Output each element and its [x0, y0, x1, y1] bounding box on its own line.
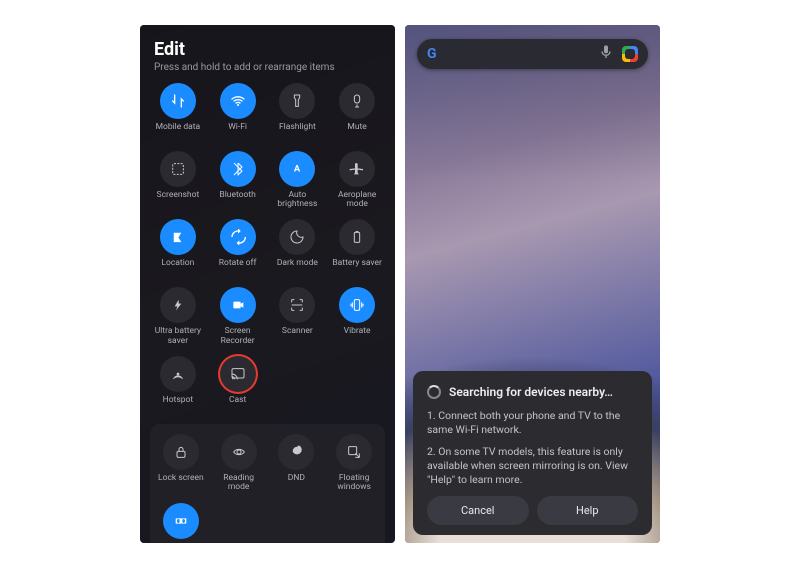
tile-screenshot[interactable]: Screenshot — [150, 149, 206, 214]
tile-ultra-battery[interactable]: Ultra battery saver — [150, 285, 206, 350]
dialog-step-1: 1. Connect both your phone and TV to the… — [427, 409, 638, 437]
dialog-title: Searching for devices nearby… — [449, 385, 613, 399]
dialog-body: 1. Connect both your phone and TV to the… — [427, 409, 638, 488]
mute-icon — [339, 83, 375, 119]
tile-label: Rotate off — [219, 259, 257, 277]
tile-label: Cast — [229, 396, 246, 414]
google-search-bar[interactable]: G — [417, 39, 648, 69]
page-subtitle: Press and hold to add or rearrange items — [154, 62, 385, 73]
tile-hotspot[interactable]: Hotspot — [150, 354, 206, 418]
mobile-data-icon — [160, 83, 196, 119]
ultra-battery-icon — [160, 287, 196, 323]
tile-wifi[interactable]: Wi-Fi — [210, 81, 266, 145]
lens-icon[interactable] — [622, 46, 638, 62]
tile-label: Reading mode — [212, 474, 266, 493]
floating-icon — [336, 434, 372, 470]
rotate-icon — [220, 219, 256, 255]
cast-searching-dialog: Searching for devices nearby… 1. Connect… — [413, 371, 652, 535]
tile-location[interactable]: Location — [150, 217, 206, 281]
tile-flashlight[interactable]: Flashlight — [270, 81, 326, 145]
tile-dnd[interactable]: DND — [270, 432, 324, 497]
mic-icon[interactable] — [598, 44, 614, 64]
flashlight-icon — [279, 83, 315, 119]
tile-dark-mode[interactable]: Dark mode — [270, 217, 326, 281]
cancel-button[interactable]: Cancel — [427, 496, 529, 525]
tile-label: Wi-Fi — [228, 123, 247, 141]
tile-mobile-data[interactable]: Mobile data — [150, 81, 206, 145]
tile-mute[interactable]: Mute — [329, 81, 385, 145]
tile-label: Mobile data — [156, 123, 201, 141]
tile-label: Screenshot — [157, 191, 200, 209]
tile-label: Battery saver — [332, 259, 381, 277]
spinner-icon — [427, 385, 441, 399]
tile-label: Screen Recorder — [221, 327, 255, 346]
tile-auto-brightness[interactable]: A Auto brightness — [270, 149, 326, 214]
tile-battery-saver[interactable]: Battery saver — [329, 217, 385, 281]
dolby-icon — [163, 503, 199, 539]
tile-reading[interactable]: Reading mode — [212, 432, 266, 497]
tiles-inactive-section: Lock screen Reading mode DND Floating windo… — [150, 424, 385, 543]
aeroplane-icon — [339, 151, 375, 187]
tile-label: Ultra battery saver — [155, 327, 201, 346]
bluetooth-icon — [220, 151, 256, 187]
tile-label: Hotspot — [163, 396, 193, 414]
scanner-icon — [279, 287, 315, 323]
wifi-icon — [220, 83, 256, 119]
tile-label: Scanner — [282, 327, 313, 345]
location-icon — [160, 219, 196, 255]
google-logo: G — [427, 46, 437, 62]
tile-bluetooth[interactable]: Bluetooth — [210, 149, 266, 214]
tile-lock[interactable]: Lock screen — [154, 432, 208, 497]
battery-saver-icon — [339, 219, 375, 255]
tile-label: Location — [161, 259, 194, 277]
tiles-active-grid: Mobile data Wi-Fi Flashlight Mute Screenshot… — [150, 81, 385, 418]
tile-cast[interactable]: Cast — [210, 354, 266, 418]
tile-label: Auto brightness — [270, 191, 326, 210]
tile-screen-recorder[interactable]: Screen Recorder — [210, 285, 266, 350]
phone-quicksettings-edit: Edit Press and hold to add or rearrange … — [140, 25, 395, 543]
tile-floating[interactable]: Floating windows — [327, 432, 381, 497]
screen-recorder-icon — [220, 287, 256, 323]
dialog-step-2: 2. On some TV models, this feature is on… — [427, 445, 638, 488]
dnd-icon — [278, 434, 314, 470]
cast-icon — [220, 356, 256, 392]
tile-label: Dark mode — [277, 259, 318, 277]
tile-aeroplane[interactable]: Aeroplane mode — [329, 149, 385, 214]
tile-label: Mute — [347, 123, 366, 141]
tile-label: Flashlight — [279, 123, 316, 141]
tile-dolby[interactable]: Dolby Atmos — [154, 501, 208, 543]
tile-label: Aeroplane mode — [338, 191, 376, 210]
dark-mode-icon — [279, 219, 315, 255]
page-title: Edit — [154, 39, 381, 60]
screenshot-icon — [160, 151, 196, 187]
quicksettings-panel: Edit Press and hold to add or rearrange … — [140, 25, 395, 543]
tile-label: Vibrate — [344, 327, 371, 345]
hotspot-icon — [160, 356, 196, 392]
tile-label: Lock screen — [158, 474, 204, 492]
phone-cast-dialog: G Searching for devices nearby… 1. Conne… — [405, 25, 660, 543]
tile-label: Floating windows — [337, 474, 371, 493]
tile-scanner[interactable]: Scanner — [270, 285, 326, 350]
tile-label: Bluetooth — [219, 191, 255, 209]
reading-icon — [221, 434, 257, 470]
tile-label: DND — [288, 474, 305, 492]
svg-text:A: A — [294, 163, 301, 174]
help-button[interactable]: Help — [537, 496, 639, 525]
lock-icon — [163, 434, 199, 470]
tile-vibrate[interactable]: Vibrate — [329, 285, 385, 350]
tile-rotate[interactable]: Rotate off — [210, 217, 266, 281]
auto-brightness-icon: A — [279, 151, 315, 187]
vibrate-icon — [339, 287, 375, 323]
